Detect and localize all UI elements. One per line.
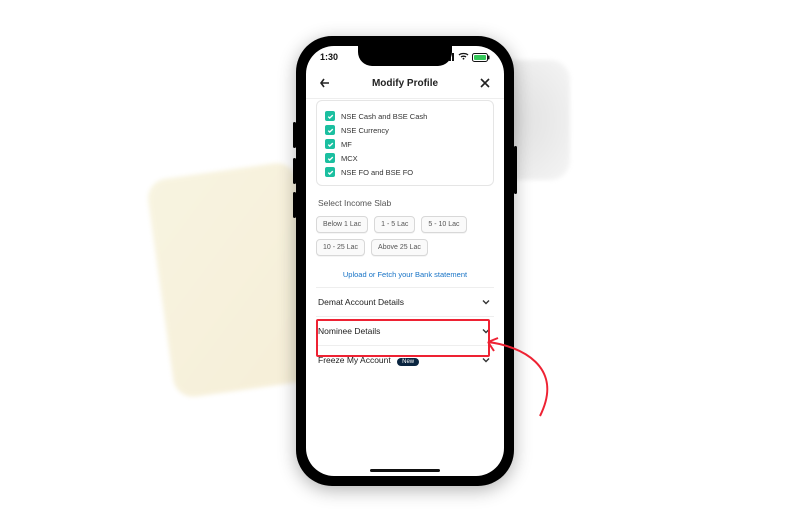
- income-slabs: Below 1 Lac 1 - 5 Lac 5 - 10 Lac 10 - 25…: [316, 216, 494, 256]
- page-body: NSE Cash and BSE Cash NSE Currency MF MC…: [306, 98, 504, 470]
- back-button[interactable]: [316, 74, 334, 92]
- page-title: Modify Profile: [372, 78, 438, 89]
- accordion-label: Demat Account Details: [318, 297, 404, 307]
- new-badge: New: [397, 358, 419, 366]
- segments-card: NSE Cash and BSE Cash NSE Currency MF MC…: [316, 100, 494, 186]
- income-slab-chip[interactable]: 5 - 10 Lac: [421, 216, 466, 233]
- status-time: 1:30: [320, 52, 338, 62]
- chevron-down-icon: [480, 325, 492, 337]
- accordion-label: Freeze My Account: [318, 355, 391, 365]
- close-button[interactable]: [476, 74, 494, 92]
- segment-label: NSE Cash and BSE Cash: [341, 112, 427, 121]
- segment-checkbox[interactable]: NSE Cash and BSE Cash: [325, 111, 485, 121]
- chevron-down-icon: [480, 296, 492, 308]
- check-icon: [325, 125, 335, 135]
- income-slab-chip[interactable]: Above 25 Lac: [371, 239, 428, 256]
- segment-checkbox[interactable]: MCX: [325, 153, 485, 163]
- home-indicator[interactable]: [370, 469, 440, 472]
- wifi-icon: [458, 52, 469, 62]
- check-icon: [325, 139, 335, 149]
- check-icon: [325, 153, 335, 163]
- income-slab-chip[interactable]: Below 1 Lac: [316, 216, 368, 233]
- phone-frame: 1:30 Modify Profile: [296, 36, 514, 486]
- income-slab-chip[interactable]: 10 - 25 Lac: [316, 239, 365, 256]
- segment-label: MF: [341, 140, 352, 149]
- segment-checkbox[interactable]: MF: [325, 139, 485, 149]
- phone-notch: [358, 46, 452, 66]
- accordion-label: Nominee Details: [318, 326, 380, 336]
- page-header: Modify Profile: [306, 68, 504, 99]
- segment-checkbox[interactable]: NSE FO and BSE FO: [325, 167, 485, 177]
- check-icon: [325, 111, 335, 121]
- accordion-freeze[interactable]: Freeze My Account New: [316, 345, 494, 374]
- segment-label: NSE Currency: [341, 126, 389, 135]
- bank-statement-link[interactable]: Upload or Fetch your Bank statement: [343, 270, 467, 279]
- segment-checkbox[interactable]: NSE Currency: [325, 125, 485, 135]
- chevron-down-icon: [480, 354, 492, 366]
- bank-statement-row: Upload or Fetch your Bank statement: [316, 270, 494, 279]
- income-title: Select Income Slab: [318, 198, 494, 208]
- income-slab-chip[interactable]: 1 - 5 Lac: [374, 216, 415, 233]
- accordion-nominee[interactable]: Nominee Details: [316, 316, 494, 345]
- segment-label: MCX: [341, 154, 358, 163]
- phone-screen: 1:30 Modify Profile: [306, 46, 504, 476]
- segment-label: NSE FO and BSE FO: [341, 168, 413, 177]
- battery-icon: [472, 53, 490, 62]
- check-icon: [325, 167, 335, 177]
- accordion-demat[interactable]: Demat Account Details: [316, 287, 494, 316]
